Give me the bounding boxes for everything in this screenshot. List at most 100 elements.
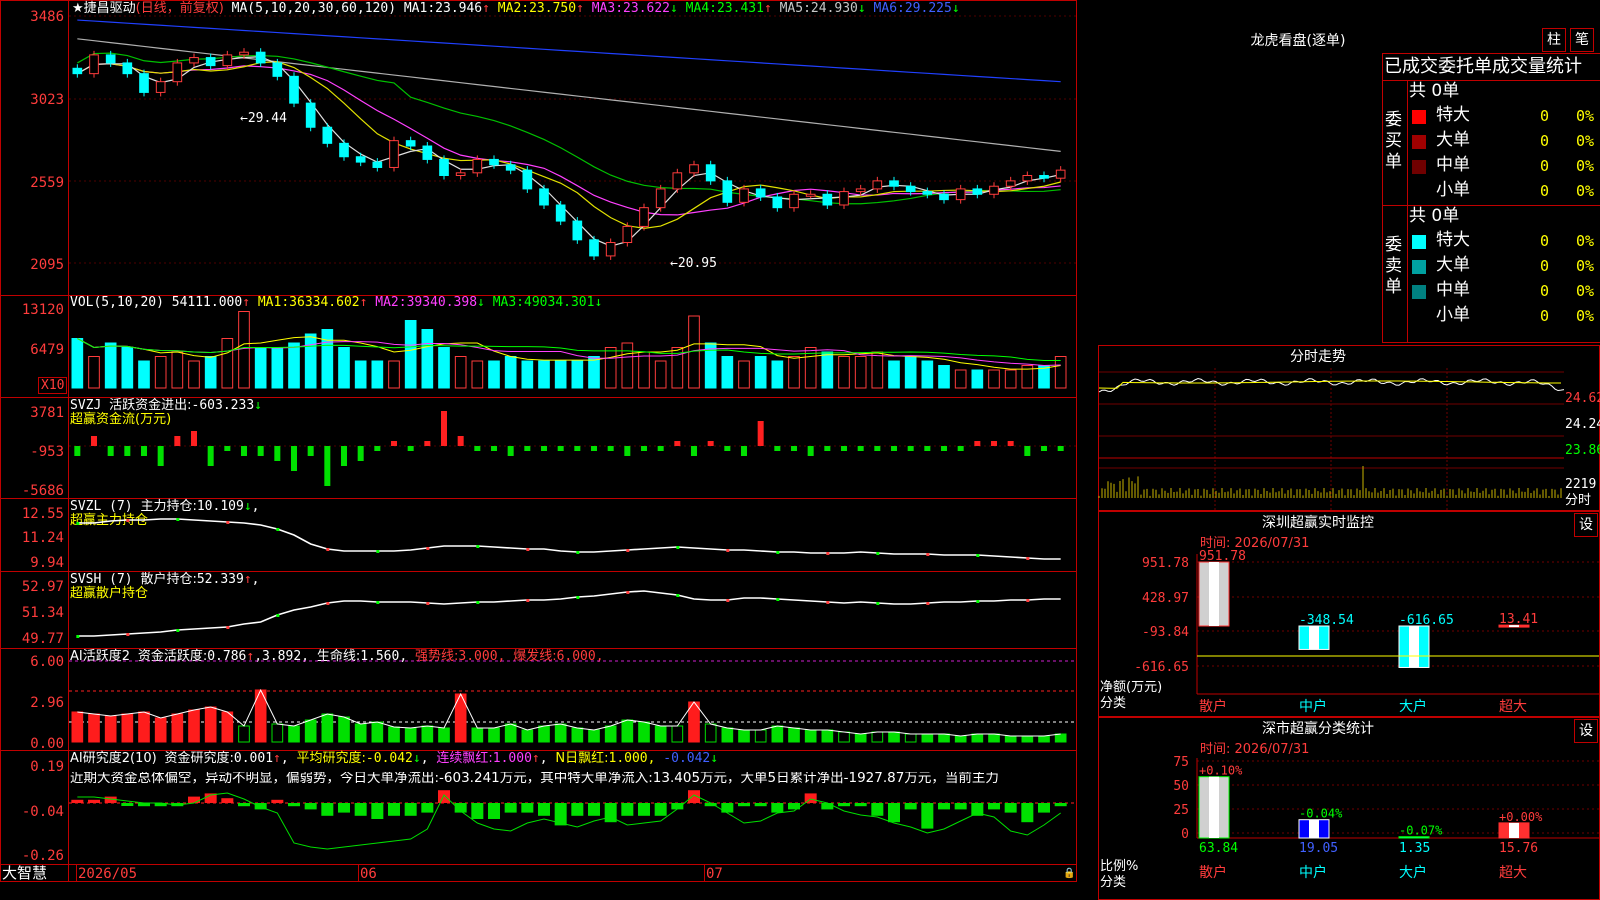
activity-bar [655, 726, 666, 742]
svzj-y-label-1: -953 [0, 445, 64, 459]
research-bar [388, 803, 400, 816]
sell-count-1: 0 [1540, 259, 1549, 274]
candle [773, 197, 782, 208]
vol-y-label-0: 13120 [0, 303, 64, 317]
volume-chart[interactable] [69, 296, 1076, 396]
research-bar [288, 803, 300, 806]
capital-flow-chart[interactable] [69, 398, 1076, 497]
intraday-y-label-1: 24.24 [1565, 418, 1600, 431]
research-bar [571, 803, 583, 816]
classify-time: 时间: 2026/07/31 [1200, 743, 1309, 756]
research-bar [721, 803, 733, 813]
candle [306, 103, 315, 127]
research-bar [338, 803, 350, 813]
candle [573, 221, 582, 240]
svzl-y-label-2: 9.94 [0, 556, 64, 570]
brand-label: 大智慧 [2, 866, 47, 881]
holding-dot [876, 602, 879, 605]
candle [240, 52, 249, 55]
candle [373, 162, 382, 167]
research-bar [188, 797, 200, 803]
vol-unit-badge: X10 [38, 377, 67, 394]
price-y-label-2: 2559 [0, 176, 64, 190]
low-price-label: ←20.95 [670, 257, 717, 270]
candle [623, 226, 632, 242]
cls-bar-change-1: -0.04% [1299, 807, 1343, 821]
ai-research-y-label-0: 0.19 [0, 760, 64, 774]
activity-bar [189, 710, 200, 742]
activity-bar [239, 726, 250, 742]
mon-bar-highlight-1 [1309, 626, 1319, 649]
activity-bar [622, 720, 633, 742]
svzj-y-label-0: 3781 [0, 406, 64, 420]
flow-bar [624, 446, 630, 456]
mon-y-label-0: 951.78 [1142, 556, 1189, 571]
candle [990, 186, 999, 194]
candle [856, 189, 865, 192]
classify-settings-button[interactable]: 设 [1574, 719, 1598, 743]
svsh-y-label-0: 52.97 [0, 580, 64, 594]
holding-dot [776, 598, 779, 601]
bar-mode-button[interactable]: 柱 [1542, 28, 1566, 52]
activity-bar [955, 736, 966, 742]
activity-bar [122, 714, 133, 742]
intraday-chart[interactable] [1099, 368, 1564, 510]
flow-bar [208, 446, 214, 466]
buy-count-2: 0 [1540, 159, 1549, 174]
flow-bar [924, 446, 930, 451]
research-bar [771, 803, 783, 813]
classify-cat-label: 分类 [1100, 876, 1126, 889]
ai-activity-chart[interactable] [69, 649, 1076, 749]
flow-bar [591, 446, 597, 451]
flow-bar [491, 446, 497, 451]
monitor-chart[interactable]: 951.78 428.97 -93.84 -616.65 951.78 散户 -348.54… [1099, 554, 1599, 716]
price-chart[interactable] [69, 0, 1076, 294]
holding-dot [626, 591, 629, 594]
volume-bar [739, 361, 750, 388]
flow-bar [874, 446, 880, 451]
candle [73, 68, 82, 73]
mon-bar-value-1: -348.54 [1299, 613, 1354, 628]
ai-active-y-label-1: 2.96 [0, 696, 64, 710]
activity-bar [839, 732, 850, 742]
activity-bar [489, 728, 500, 742]
retail-holding-chart[interactable] [69, 572, 1076, 647]
activity-bar [89, 714, 100, 742]
volume-bar [189, 361, 200, 388]
volume-bar [239, 312, 250, 389]
candle [640, 208, 649, 227]
candle [423, 146, 432, 159]
candle [123, 63, 132, 74]
monitor-settings-button[interactable]: 设 [1574, 513, 1598, 537]
activity-bar [372, 722, 383, 742]
cls-y-label-2: 25 [1173, 803, 1189, 818]
buy-pct-0: 0% [1576, 109, 1594, 124]
ai-research-chart[interactable] [69, 751, 1076, 863]
classify-chart[interactable]: 75 50 25 0 +0.10% 63.84 散户 -0.04% 19.05 中户 -0.07% 1… [1099, 758, 1599, 900]
activity-bar [339, 717, 350, 742]
candle [823, 194, 832, 205]
lock-icon[interactable]: 🔒 [1063, 869, 1075, 879]
candle [406, 141, 415, 146]
candle [106, 55, 115, 63]
sell-count-3: 0 [1540, 309, 1549, 324]
volume-bar [955, 370, 966, 388]
flow-bar [958, 446, 964, 451]
main-holding-chart[interactable] [69, 499, 1076, 570]
activity-bar [805, 730, 816, 742]
sell-pct-1: 0% [1576, 259, 1594, 274]
research-bar [905, 803, 917, 809]
cls-bar-name-0: 散户 [1199, 864, 1227, 881]
candle [923, 192, 932, 195]
flow-bar [508, 446, 514, 456]
holding-dot [76, 522, 79, 525]
holding-dot [176, 629, 179, 632]
flow-bar [1058, 446, 1064, 451]
pen-mode-button[interactable]: 笔 [1570, 28, 1594, 52]
cls-bar-change-0: +0.10% [1199, 764, 1243, 778]
flow-bar [641, 446, 647, 451]
svsh-y-label-2: 49.77 [0, 632, 64, 646]
cls-y-label-1: 50 [1173, 779, 1189, 794]
cls-bar-change-3: +0.00% [1499, 810, 1543, 824]
classify-unit: 比例% [1100, 860, 1138, 873]
